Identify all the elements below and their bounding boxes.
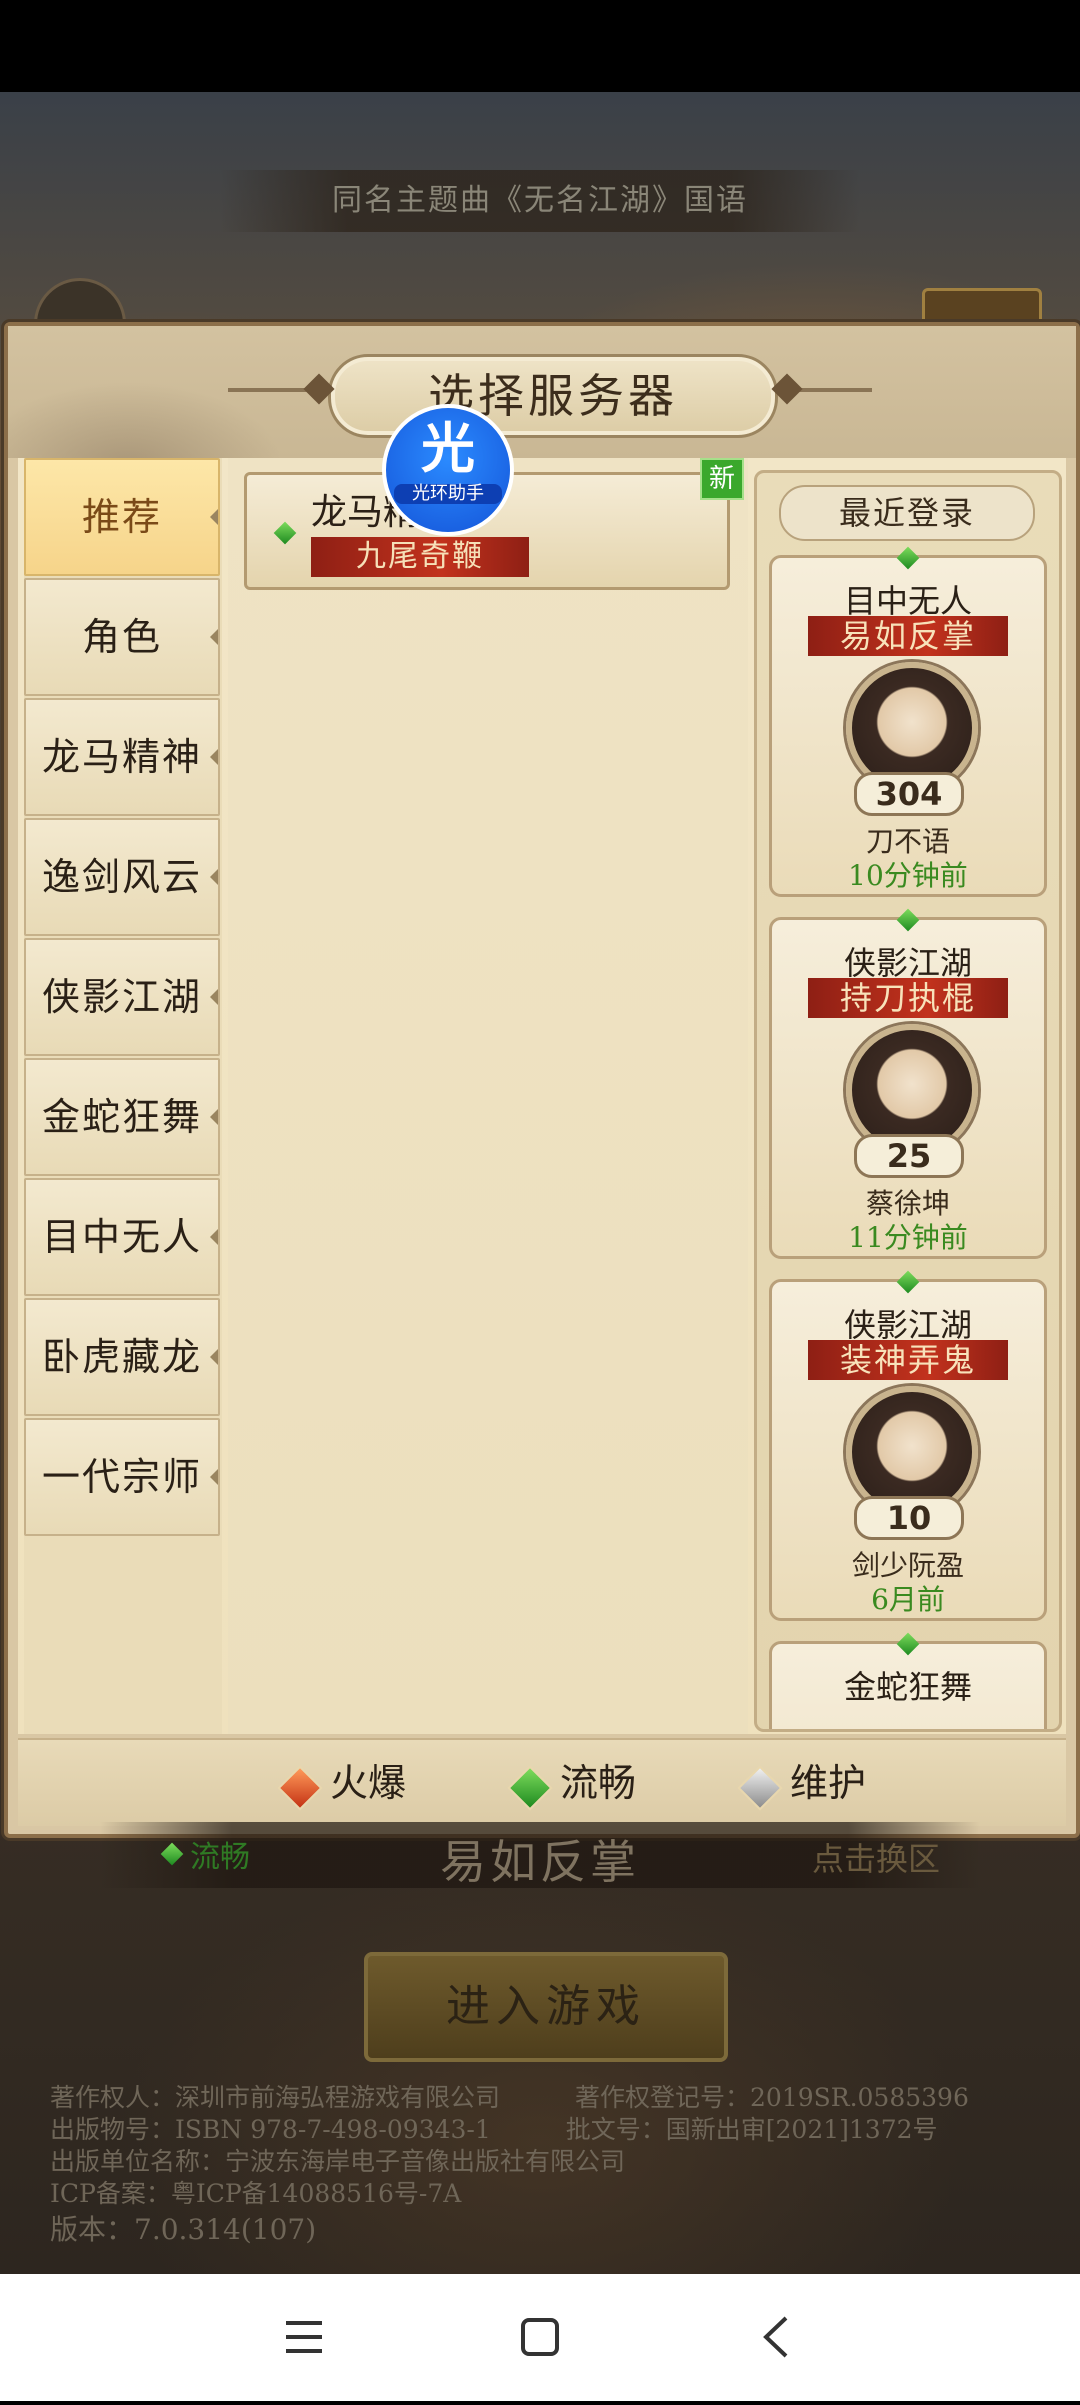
status-smooth-icon [896,1270,920,1294]
status-smooth-icon [160,1842,184,1866]
server-zone: 九尾奇鞭 [311,537,529,577]
enter-game-button[interactable]: 进入游戏 [364,1952,728,2062]
dialog-body: 推荐 角色 龙马精神 逸剑风云 侠影江湖 金蛇狂舞 目中无人 卧虎藏龙 一代宗师… [18,458,1066,1734]
legend-hot: 火爆 [330,1761,407,1805]
recent-login-panel: 最近登录 目中无人 易如反掌 304 刀不语 10分钟前 侠影江湖 持刀执棍 2… [754,470,1062,1732]
recent-login-card[interactable]: 金蛇狂舞 [769,1632,1047,1729]
home-icon-svg [521,2318,559,2356]
legal-line: 出版物号：ISBN 978-7-498-09343-1 批文号：国新出审[202… [50,2115,938,2144]
song-banner: 同名主题曲《无名江湖》国语 [220,170,860,232]
tab-xiaying-jianghu[interactable]: 侠影江湖 [24,938,220,1056]
tab-label: 卧虎藏龙 [41,1335,202,1379]
recent-login-card[interactable]: 侠影江湖 持刀执棍 25 蔡徐坤 11分钟前 [769,908,1047,1259]
legal-line: 出版单位名称：宁波东海岸电子音像出版社有限公司 [50,2147,626,2176]
recent-login-card[interactable]: 目中无人 易如反掌 304 刀不语 10分钟前 [769,546,1047,897]
switch-zone-link[interactable]: 点击换区 [812,1834,940,1880]
tab-roles[interactable]: 角色 [24,578,220,696]
recent-zone-name: 易如反掌 [808,616,1008,656]
back-icon[interactable] [716,2274,836,2401]
tab-wohu-canglong[interactable]: 卧虎藏龙 [24,1298,220,1416]
recent-server-name: 金蛇狂舞 [843,1668,972,1706]
status-legend: 火爆 流畅 维护 [18,1738,1066,1826]
character-level: 10 [854,1496,964,1540]
menu-icon[interactable] [244,2274,364,2401]
tab-jinshe-kuangwu[interactable]: 金蛇狂舞 [24,1058,220,1176]
assistant-label: 光环助手 [394,484,502,504]
status-smooth-icon [896,546,920,570]
hot-icon [277,1765,323,1811]
status-smooth-icon [273,521,297,545]
recent-login-card[interactable]: 侠影江湖 装神弄鬼 10 剑少阮盈 6月前 [769,1270,1047,1621]
status-smooth-icon [896,908,920,932]
tab-label: 侠影江湖 [41,975,202,1019]
tab-arrow-icon [210,1107,218,1127]
menu-icon-svg [286,2321,322,2353]
tab-arrow-icon [210,1347,218,1367]
character-level: 25 [854,1134,964,1178]
current-server-status: 流畅 [160,1832,250,1876]
assistant-floating-button[interactable]: 光 光环助手 [382,404,514,536]
smooth-icon [507,1765,553,1811]
dialog-header: 选择服务器 [8,326,1076,458]
tab-arrow-icon [210,507,218,527]
tab-arrow-icon [210,1467,218,1487]
status-smooth-icon [896,1632,920,1656]
current-status-label: 流畅 [190,1840,250,1875]
last-login-time: 10分钟前 [848,859,968,892]
legal-line: 著作权人：深圳市前海弘程游戏有限公司 著作权登记号：2019SR.0585396 [50,2083,969,2112]
tab-label: 一代宗师 [41,1455,202,1499]
recent-zone-name: 持刀执棍 [808,978,1008,1018]
tab-label: 金蛇狂舞 [41,1095,202,1139]
tab-label: 目中无人 [41,1215,202,1259]
new-badge: 新 [700,458,744,500]
current-server-bar: 流畅 易如反掌 点击换区 [100,1822,980,1889]
legend-maintenance: 维护 [790,1761,867,1805]
version-text: 版本：7.0.314(107) [50,2213,317,2246]
assistant-logo-icon: 光 [421,417,475,480]
tab-muzhong-wuren[interactable]: 目中无人 [24,1178,220,1296]
last-login-time: 6月前 [871,1583,945,1616]
last-login-time: 11分钟前 [848,1221,968,1254]
current-zone-name: 易如反掌 [440,1835,640,1889]
tab-arrow-icon [210,867,218,887]
recent-zone-name: 装神弄鬼 [808,1340,1008,1380]
tab-label: 推荐 [81,495,162,539]
legal-info: 著作权人：深圳市前海弘程游戏有限公司 著作权登记号：2019SR.0585396… [50,2082,1050,2246]
tab-arrow-icon [210,987,218,1007]
tab-longma-jingshen[interactable]: 龙马精神 [24,698,220,816]
tab-yijian-fengyun[interactable]: 逸剑风云 [24,818,220,936]
server-list: 龙马精神 九尾奇鞭 新 [228,458,748,1734]
tab-label: 逸剑风云 [41,855,202,899]
recent-login-title: 最近登录 [779,485,1035,541]
tab-arrow-icon [210,747,218,767]
server-group-tabs: 推荐 角色 龙马精神 逸剑风云 侠影江湖 金蛇狂舞 目中无人 卧虎藏龙 一代宗师 [24,458,222,1734]
status-bar [0,0,1080,92]
back-icon-svg [763,2316,788,2358]
tab-label: 龙马精神 [41,735,202,779]
server-select-dialog: 选择服务器 推荐 角色 龙马精神 逸剑风云 侠影江湖 金蛇狂舞 目中无人 卧虎藏… [4,322,1080,1838]
maintenance-icon [737,1765,783,1811]
legal-line: ICP备案：粤ICP备14088516号-7A [50,2179,462,2208]
system-nav-bar [0,2274,1080,2401]
legend-smooth: 流畅 [560,1761,637,1805]
tab-label: 角色 [81,615,162,659]
home-icon[interactable] [480,2274,600,2401]
tab-arrow-icon [210,627,218,647]
tab-arrow-icon [210,1227,218,1247]
tab-yidai-zongshi[interactable]: 一代宗师 [24,1418,220,1536]
tab-recommended[interactable]: 推荐 [24,458,220,576]
character-level: 304 [854,772,964,816]
